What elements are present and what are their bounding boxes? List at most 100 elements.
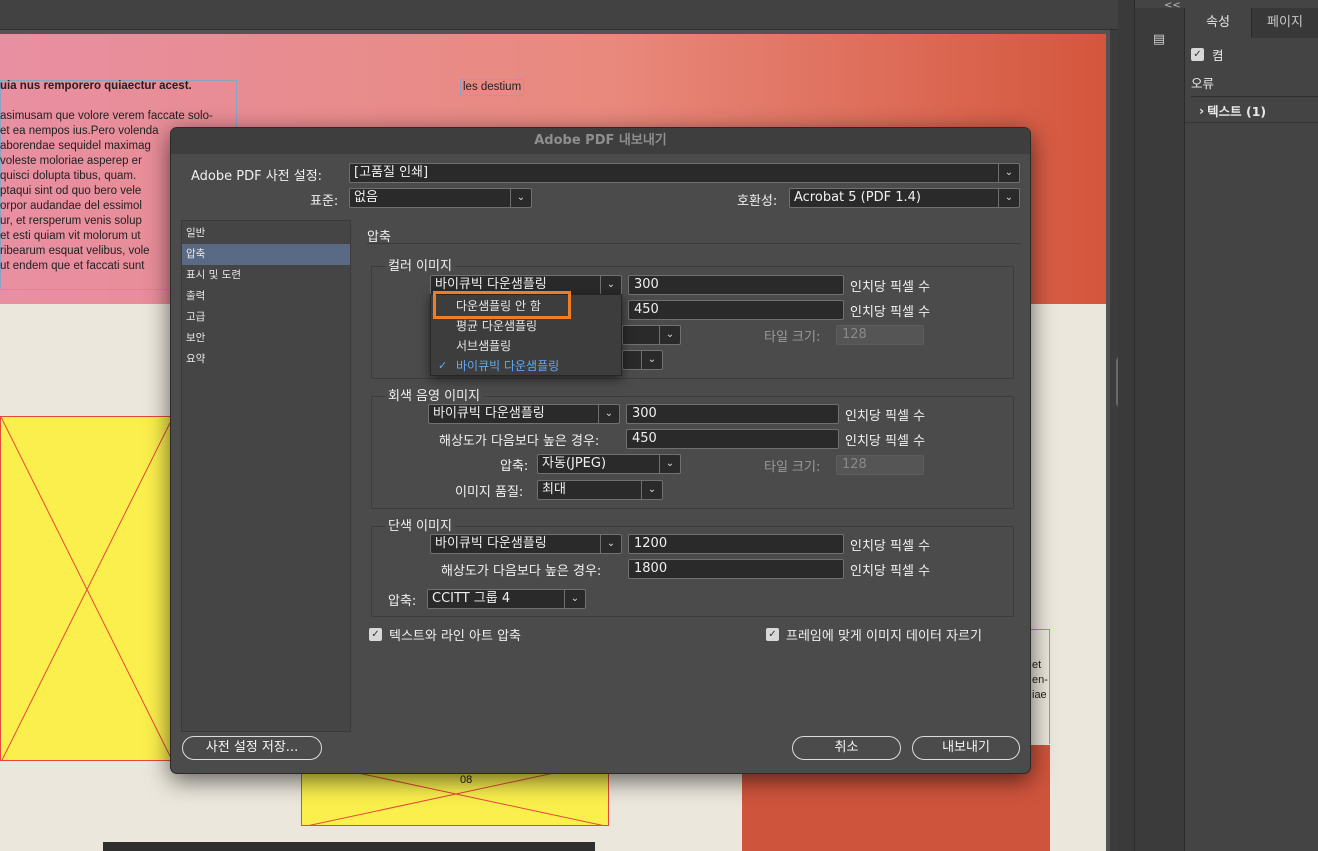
- collapse-panel-icon[interactable]: <<: [1164, 0, 1181, 11]
- chevron-down-icon[interactable]: ⌄: [641, 481, 662, 499]
- gray-compression-dropdown[interactable]: 자동(JPEG) ⌄: [537, 454, 681, 474]
- gray-quality-dropdown[interactable]: 최대 ⌄: [537, 480, 663, 500]
- tab-properties[interactable]: 속성: [1185, 8, 1252, 38]
- gray-tile-input[interactable]: 128: [836, 455, 924, 475]
- standard-dropdown[interactable]: 없음 ⌄: [349, 188, 532, 208]
- chevron-down-icon[interactable]: ⌄: [659, 455, 680, 473]
- pages-icon[interactable]: ▤: [1149, 30, 1169, 50]
- gray-compression-label: 압축:: [500, 459, 529, 474]
- mono-sampling-dropdown[interactable]: 바이큐빅 다운샘플링 ⌄: [430, 534, 622, 554]
- crop-image-checkbox[interactable]: ✓ 프레임에 맞게 이미지 데이터 자르기: [766, 625, 982, 644]
- mono-above-input[interactable]: 1800: [628, 559, 844, 579]
- compat-dropdown[interactable]: Acrobat 5 (PDF 1.4) ⌄: [789, 188, 1020, 208]
- scrollbar-thumb[interactable]: [1116, 355, 1118, 409]
- divider: [1191, 96, 1318, 97]
- category-marks-bleeds[interactable]: 표시 및 도련: [182, 265, 350, 286]
- panel-body: ✓ 켬 오류 › 텍스트 (1): [1185, 38, 1318, 123]
- compress-text-checkbox[interactable]: ✓ 텍스트와 라인 아트 압축: [369, 625, 521, 644]
- chevron-down-icon[interactable]: ⌄: [510, 189, 531, 207]
- category-advanced[interactable]: 고급: [182, 307, 350, 328]
- document-tag-text: les destium: [460, 79, 525, 96]
- mono-ppi-input[interactable]: 1200: [628, 534, 844, 554]
- checkbox-checked-icon[interactable]: ✓: [369, 628, 382, 641]
- export-button[interactable]: 내보내기: [912, 736, 1020, 760]
- highlight-annotation-box: [433, 291, 571, 319]
- dialog-title: Adobe PDF 내보내기: [171, 128, 1030, 154]
- compat-value: Acrobat 5 (PDF 1.4): [794, 190, 921, 205]
- preset-value: [고품질 인쇄]: [354, 165, 429, 180]
- toggle-label: 켬: [1212, 47, 1224, 63]
- error-item-text[interactable]: › 텍스트 (1): [1185, 99, 1318, 123]
- color-quality-dropdown[interactable]: ⌄: [622, 350, 663, 370]
- color-sampling-value: 바이큐빅 다운샘플링: [435, 277, 547, 292]
- chevron-down-icon[interactable]: ⌄: [998, 164, 1019, 182]
- mono-compression-dropdown[interactable]: CCITT 그룹 4 ⌄: [427, 589, 586, 609]
- compat-label: 호환성:: [737, 194, 778, 209]
- color-compression-dropdown[interactable]: ⌄: [622, 325, 681, 345]
- category-compression[interactable]: 압축: [182, 244, 350, 265]
- fragment-line: et: [1032, 659, 1042, 671]
- gray-sampling-value: 바이큐빅 다운샘플링: [433, 406, 545, 421]
- gray-ppi-unit: 인치당 픽셀 수: [845, 409, 926, 424]
- mono-above-unit: 인치당 픽셀 수: [850, 564, 931, 579]
- color-tile-input[interactable]: 128: [836, 325, 924, 345]
- chevron-down-icon[interactable]: ⌄: [998, 189, 1019, 207]
- fragment-line: iae: [1032, 689, 1047, 701]
- chevron-down-icon[interactable]: ⌄: [659, 326, 680, 344]
- gray-ppi-input[interactable]: 300: [626, 404, 839, 424]
- mono-sampling-value: 바이큐빅 다운샘플링: [435, 536, 547, 551]
- properties-panel: ▤ 속성 페이지 ✓ 켬 오류 › 텍스트 (1): [1134, 0, 1318, 851]
- gray-images-title: 회색 음영 이미지: [385, 385, 483, 404]
- category-general[interactable]: 일반: [182, 223, 350, 244]
- menu-item-average-downsampling[interactable]: 평균 다운샘플링: [431, 316, 621, 336]
- errors-heading: 오류: [1191, 75, 1215, 91]
- vertical-scrollbar[interactable]: [1110, 30, 1118, 851]
- fragment-line: en-: [1032, 674, 1048, 686]
- gray-quality-label: 이미지 품질:: [455, 485, 524, 500]
- document-heading: uia nus remporero quiaectur acest.: [0, 80, 192, 92]
- pdf-export-dialog: Adobe PDF 내보내기 Adobe PDF 사전 설정: [고품질 인쇄]…: [170, 127, 1031, 774]
- chevron-down-icon[interactable]: ⌄: [598, 405, 619, 423]
- placeholder-cross-icon: [1, 417, 171, 760]
- error-item-label: 텍스트 (1): [1207, 104, 1267, 119]
- category-list: 일반 압축 표시 및 도련 출력 고급 보안 요약: [181, 220, 351, 732]
- preflight-on-toggle[interactable]: ✓ 켬: [1185, 42, 1318, 66]
- panel-icon-column: ▤: [1135, 8, 1185, 851]
- preset-dropdown[interactable]: [고품질 인쇄] ⌄: [349, 163, 1020, 183]
- checkbox-checked-icon[interactable]: ✓: [1191, 47, 1204, 61]
- chevron-down-icon[interactable]: ⌄: [641, 351, 662, 369]
- color-images-title: 컬러 이미지: [385, 255, 455, 274]
- chevron-right-icon[interactable]: ›: [1199, 103, 1204, 118]
- menu-item-label: 서브샘플링: [456, 339, 512, 353]
- category-security[interactable]: 보안: [182, 328, 350, 349]
- menu-item-subsampling[interactable]: 서브샘플링: [431, 336, 621, 356]
- checkmark-icon: ✓: [438, 359, 448, 372]
- category-summary[interactable]: 요약: [182, 349, 350, 370]
- cancel-button[interactable]: 취소: [792, 736, 901, 760]
- paragraph-line: asimusam que volore verem faccate solo-: [0, 110, 213, 122]
- color-above-unit: 인치당 픽셀 수: [850, 305, 931, 320]
- category-output[interactable]: 출력: [182, 286, 350, 307]
- color-tile-label: 타일 크기:: [764, 330, 821, 345]
- crop-image-label: 프레임에 맞게 이미지 데이터 자르기: [786, 629, 982, 644]
- chevron-down-icon[interactable]: ⌄: [564, 590, 585, 608]
- color-above-input[interactable]: 450: [628, 300, 844, 320]
- checkbox-checked-icon[interactable]: ✓: [766, 628, 779, 641]
- gray-above-input[interactable]: 450: [626, 429, 839, 449]
- gray-sampling-dropdown[interactable]: 바이큐빅 다운샘플링 ⌄: [428, 404, 620, 424]
- chevron-down-icon[interactable]: ⌄: [600, 276, 621, 294]
- mono-compression-value: CCITT 그룹 4: [432, 591, 511, 606]
- menu-item-bicubic-downsampling[interactable]: ✓ 바이큐빅 다운샘플링: [431, 356, 621, 376]
- mono-above-label: 해상도가 다음보다 높은 경우:: [441, 564, 602, 579]
- gray-quality-value: 최대: [542, 482, 566, 497]
- color-ppi-input[interactable]: 300: [628, 275, 844, 295]
- canvas-top-bar: [0, 0, 1118, 30]
- divider: [367, 243, 1021, 244]
- page-number: 08: [460, 774, 473, 786]
- gray-above-unit: 인치당 픽셀 수: [845, 434, 926, 449]
- preset-label: Adobe PDF 사전 설정:: [191, 169, 323, 184]
- save-preset-button[interactable]: 사전 설정 저장...: [182, 736, 322, 760]
- tab-pages[interactable]: 페이지: [1252, 8, 1318, 38]
- mono-compression-label: 압축:: [388, 594, 417, 609]
- chevron-down-icon[interactable]: ⌄: [600, 535, 621, 553]
